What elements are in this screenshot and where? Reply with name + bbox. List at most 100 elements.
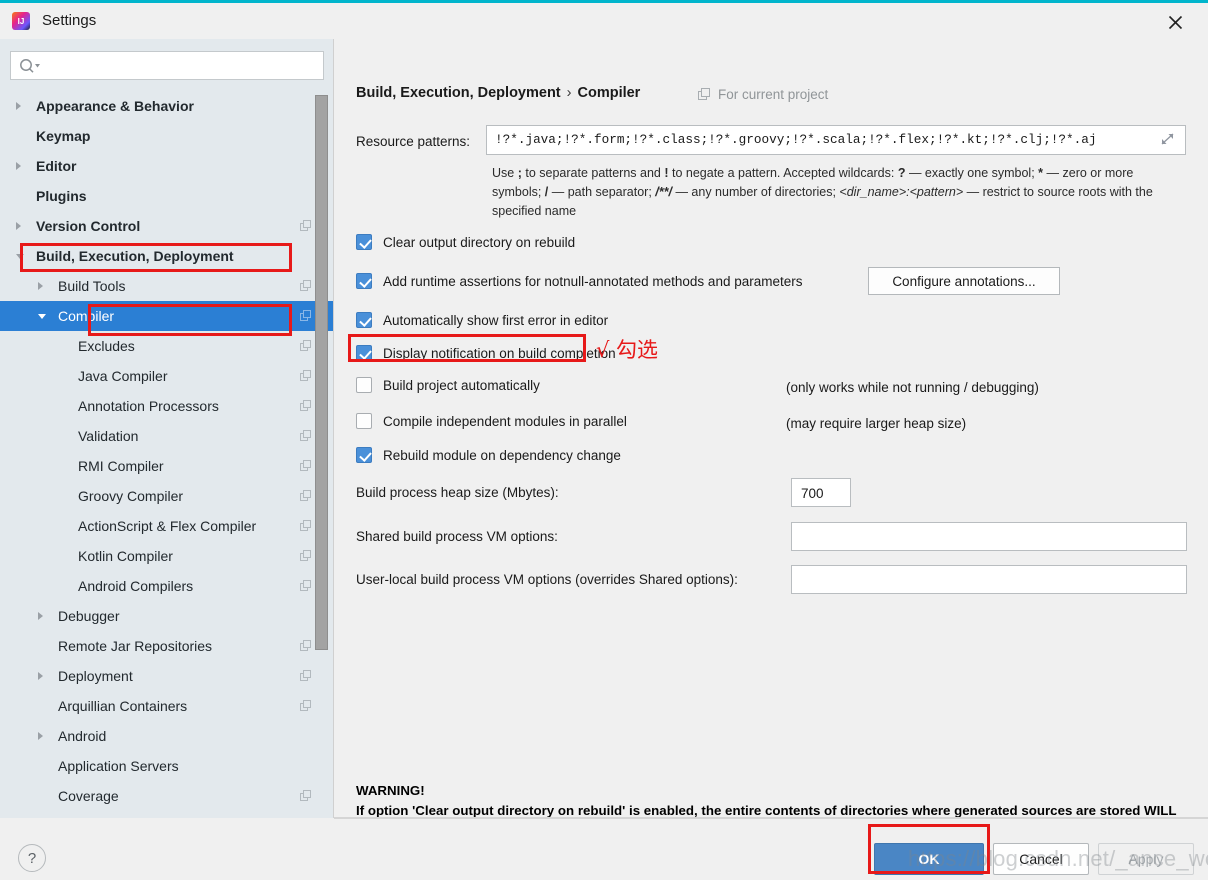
apply-button[interactable]: Apply — [1098, 843, 1194, 875]
checkbox-rebuild-module[interactable] — [356, 447, 372, 463]
copy-settings-icon[interactable] — [300, 490, 312, 502]
checkbox-row-compile-parallel[interactable]: Compile independent modules in parallel — [356, 413, 627, 429]
checkbox-build-automatically[interactable] — [356, 377, 372, 393]
sidebar-item-validation[interactable]: Validation — [0, 421, 334, 451]
copy-settings-icon[interactable] — [300, 460, 312, 472]
copy-settings-icon[interactable] — [300, 400, 312, 412]
sidebar-item-build-execution-deployment[interactable]: Build, Execution, Deployment — [0, 241, 334, 271]
sidebar-item-version-control[interactable]: Version Control — [0, 211, 334, 241]
breadcrumb-parent[interactable]: Build, Execution, Deployment — [356, 85, 561, 101]
sidebar-item-android-compilers[interactable]: Android Compilers — [0, 571, 334, 601]
sidebar-scrollbar-thumb[interactable] — [315, 95, 328, 650]
hint-p1: Use — [492, 166, 518, 180]
hint-p6: — path separator; — [548, 185, 656, 199]
copy-settings-icon[interactable] — [300, 310, 312, 322]
copy-settings-icon[interactable] — [300, 280, 312, 292]
checkbox-row-clear-output[interactable]: Clear output directory on rebuild — [356, 234, 575, 250]
copy-settings-icon[interactable] — [300, 790, 312, 802]
note-compile-parallel: (may require larger heap size) — [786, 416, 967, 431]
sidebar-item-remote-jar-repositories[interactable]: Remote Jar Repositories — [0, 631, 334, 661]
sidebar-item-editor[interactable]: Editor — [0, 151, 334, 181]
shared-vm-options-input[interactable] — [798, 528, 1181, 546]
chevron-right-icon[interactable] — [16, 162, 21, 170]
sidebar-item-build-tools[interactable]: Build Tools — [0, 271, 334, 301]
sidebar-item-coverage[interactable]: Coverage — [0, 781, 334, 811]
chevron-right-icon[interactable] — [38, 282, 43, 290]
copy-settings-icon[interactable] — [300, 520, 312, 532]
resource-patterns-field[interactable]: !?*.java;!?*.form;!?*.class;!?*.groovy;!… — [486, 125, 1186, 155]
chevron-right-icon[interactable] — [16, 102, 21, 110]
sidebar-item-java-compiler[interactable]: Java Compiler — [0, 361, 334, 391]
sidebar-item-appearance-behavior[interactable]: Appearance & Behavior — [0, 91, 334, 121]
chevron-down-icon[interactable] — [38, 313, 46, 319]
checkbox-runtime-assertions[interactable] — [356, 273, 372, 289]
checkbox-row-display-notification[interactable]: Display notification on build completion — [356, 345, 616, 361]
shared-vm-options-field[interactable] — [791, 522, 1187, 551]
copy-settings-icon[interactable] — [300, 700, 312, 712]
checkbox-label-rebuild-module: Rebuild module on dependency change — [383, 447, 621, 463]
sidebar-item-actionscript-flex-compiler[interactable]: ActionScript & Flex Compiler — [0, 511, 334, 541]
resource-patterns-value[interactable]: !?*.java;!?*.form;!?*.class;!?*.groovy;!… — [495, 132, 1145, 147]
sidebar-item-kotlin-compiler[interactable]: Kotlin Compiler — [0, 541, 334, 571]
heap-size-field[interactable] — [791, 478, 851, 507]
checkbox-label-runtime-assertions: Add runtime assertions for notnull-annot… — [383, 273, 803, 289]
chevron-right-icon[interactable] — [16, 222, 21, 230]
userlocal-vm-options-field[interactable] — [791, 565, 1187, 594]
checkbox-compile-parallel[interactable] — [356, 413, 372, 429]
sidebar-item-android[interactable]: Android — [0, 721, 334, 751]
sidebar-item-label: Arquillian Containers — [58, 698, 188, 714]
sidebar-item-keymap[interactable]: Keymap — [0, 121, 334, 151]
chevron-right-icon[interactable] — [38, 732, 43, 740]
chevron-down-icon[interactable] — [16, 253, 24, 259]
sidebar-item-label: Annotation Processors — [78, 398, 219, 414]
checkbox-row-show-first-error[interactable]: Automatically show first error in editor — [356, 312, 608, 328]
sidebar-item-plugins[interactable]: Plugins — [0, 181, 334, 211]
sidebar-item-debugger[interactable]: Debugger — [0, 601, 334, 631]
copy-settings-icon[interactable] — [300, 370, 312, 382]
resource-patterns-hint: Use ; to separate patterns and ! to nega… — [492, 164, 1182, 221]
copy-settings-icon[interactable] — [300, 640, 312, 652]
breadcrumb-current: Compiler — [577, 85, 641, 101]
sidebar-item-application-servers[interactable]: Application Servers — [0, 751, 334, 781]
dialog-footer: ? OK Cancel Apply — [0, 818, 1208, 880]
copy-settings-icon[interactable] — [300, 220, 312, 232]
breadcrumb: Build, Execution, Deployment › Compiler — [356, 85, 640, 101]
copy-settings-icon[interactable] — [300, 670, 312, 682]
checkbox-row-rebuild-module[interactable]: Rebuild module on dependency change — [356, 447, 621, 463]
settings-sidebar: Appearance & Behavior Keymap Editor Plugins… — [0, 39, 334, 818]
project-scope-icon — [698, 88, 711, 101]
checkbox-row-build-automatically[interactable]: Build project automatically — [356, 377, 540, 393]
sidebar-item-label: Debugger — [58, 608, 120, 624]
checkbox-display-notification[interactable] — [356, 345, 372, 361]
checkbox-clear-output[interactable] — [356, 234, 372, 250]
sidebar-item-annotation-processors[interactable]: Annotation Processors — [0, 391, 334, 421]
configure-annotations-button[interactable]: Configure annotations... — [868, 267, 1060, 295]
copy-settings-icon[interactable] — [300, 430, 312, 442]
close-icon[interactable] — [1152, 7, 1198, 37]
copy-settings-icon[interactable] — [300, 340, 312, 352]
for-current-project-text: For current project — [718, 87, 829, 102]
search-input[interactable] — [44, 52, 319, 79]
checkbox-show-first-error[interactable] — [356, 312, 372, 328]
sidebar-item-label: Editor — [36, 158, 77, 174]
userlocal-vm-options-input[interactable] — [798, 571, 1181, 589]
hint-p4: — exactly one symbol; — [905, 166, 1039, 180]
sidebar-item-deployment[interactable]: Deployment — [0, 661, 334, 691]
warning-title: WARNING! — [356, 783, 425, 798]
search-box[interactable] — [10, 51, 324, 80]
sidebar-item-rmi-compiler[interactable]: RMI Compiler — [0, 451, 334, 481]
sidebar-item-excludes[interactable]: Excludes — [0, 331, 334, 361]
help-button[interactable]: ? — [18, 844, 46, 872]
sidebar-item-groovy-compiler[interactable]: Groovy Compiler — [0, 481, 334, 511]
ok-button[interactable]: OK — [874, 843, 984, 875]
chevron-right-icon[interactable] — [38, 612, 43, 620]
copy-settings-icon[interactable] — [300, 580, 312, 592]
expand-icon[interactable] — [1155, 130, 1181, 150]
sidebar-item-compiler[interactable]: Compiler — [0, 301, 334, 331]
checkbox-row-runtime-assertions[interactable]: Add runtime assertions for notnull-annot… — [356, 273, 803, 289]
sidebar-item-arquillian-containers[interactable]: Arquillian Containers — [0, 691, 334, 721]
chevron-right-icon[interactable] — [38, 672, 43, 680]
copy-settings-icon[interactable] — [300, 550, 312, 562]
heap-size-input[interactable] — [799, 485, 845, 502]
cancel-button[interactable]: Cancel — [993, 843, 1089, 875]
